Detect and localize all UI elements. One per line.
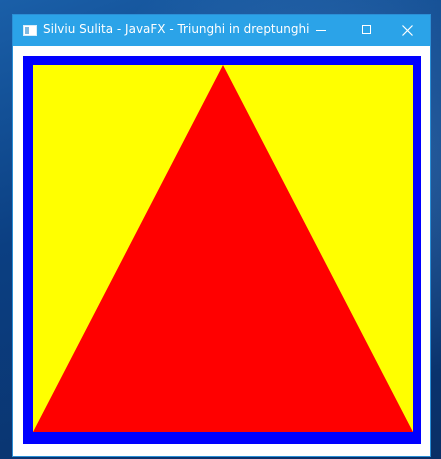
java-window-icon[interactable] (23, 25, 37, 36)
close-icon (402, 25, 413, 36)
window-title: Silviu Sulita - JavaFX - Triunghi in dre… (43, 22, 310, 36)
title-bar[interactable]: Silviu Sulita - JavaFX - Triunghi in dre… (13, 15, 430, 46)
close-button[interactable] (384, 15, 430, 46)
drawing-canvas (23, 56, 421, 444)
minimize-button[interactable] (298, 15, 344, 46)
app-window: Silviu Sulita - JavaFX - Triunghi in dre… (12, 14, 431, 457)
window-content (13, 46, 430, 456)
